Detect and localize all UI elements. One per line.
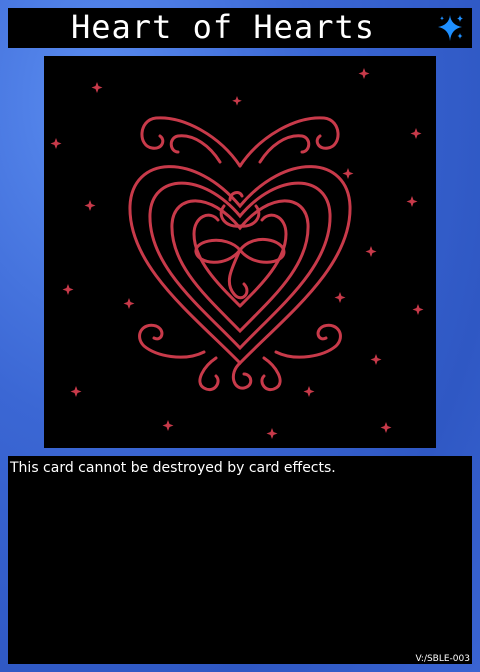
card-artwork: [44, 56, 436, 448]
effect-text: This card cannot be destroyed by card ef…: [10, 460, 336, 476]
heart-ornament: [128, 116, 352, 391]
card-name: Heart of Hearts: [71, 8, 375, 46]
sparkle-icon: [438, 15, 463, 41]
set-code: V:/SBLE-003: [415, 654, 470, 664]
effect-text-box: This card cannot be destroyed by card ef…: [8, 456, 472, 664]
title-bar: Heart of Hearts: [8, 8, 472, 48]
card: Heart of Hearts This card cannot be dest…: [0, 0, 480, 672]
